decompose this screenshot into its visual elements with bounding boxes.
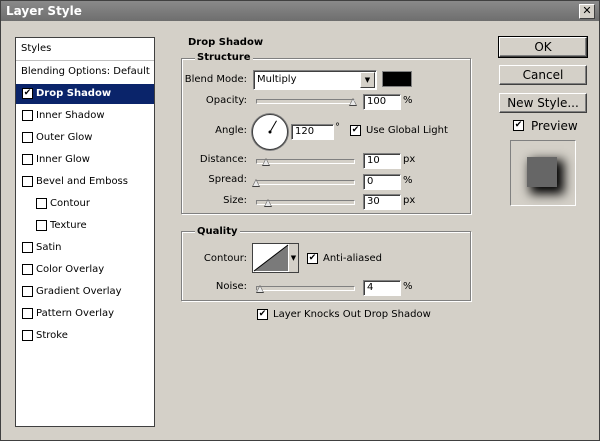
styles-item-label: Color Overlay <box>36 264 105 275</box>
noise-slider-track[interactable] <box>256 286 355 291</box>
styles-item-label: Bevel and Emboss <box>36 176 128 187</box>
styles-item-checkbox[interactable] <box>22 132 33 143</box>
angle-unit: ° <box>335 122 340 133</box>
structure-title: Structure <box>195 52 253 63</box>
noise-label: Noise: <box>215 281 247 292</box>
preview-label[interactable]: Preview <box>531 119 578 133</box>
styles-item-label: Pattern Overlay <box>36 308 115 319</box>
angle-dial[interactable] <box>252 114 288 150</box>
title-bar[interactable]: Layer Style ✕ <box>1 1 599 21</box>
opacity-unit: % <box>403 95 413 106</box>
styles-item-label: Texture <box>50 220 87 231</box>
size-input[interactable]: 30 <box>363 194 401 210</box>
styles-item-checkbox[interactable] <box>22 330 33 341</box>
opacity-input[interactable]: 100 <box>363 94 401 110</box>
styles-item-gradient-overlay[interactable]: Gradient Overlay <box>16 282 154 302</box>
anti-aliased-checkbox[interactable]: ✔ <box>307 253 318 264</box>
styles-header[interactable]: Styles <box>16 38 154 61</box>
size-label: Size: <box>223 195 247 206</box>
quality-title: Quality <box>195 226 240 237</box>
styles-item-checkbox[interactable] <box>36 220 47 231</box>
styles-item-label: Drop Shadow <box>36 88 112 99</box>
blend-mode-label: Blend Mode: <box>184 74 247 85</box>
close-button[interactable]: ✕ <box>579 4 595 19</box>
styles-item-label: Inner Shadow <box>36 110 105 121</box>
window-title: Layer Style <box>6 4 82 18</box>
styles-item-inner-glow[interactable]: Inner Glow <box>16 150 154 170</box>
styles-item-label: Blending Options: Default <box>21 66 150 77</box>
distance-unit: px <box>403 154 416 165</box>
drop-shadow-title: Drop Shadow <box>186 37 266 48</box>
styles-item-checkbox[interactable] <box>22 242 33 253</box>
styles-item-pattern-overlay[interactable]: Pattern Overlay <box>16 304 154 324</box>
contour-dropdown-button[interactable]: ▼ <box>289 243 299 273</box>
styles-item-color-overlay[interactable]: Color Overlay <box>16 260 154 280</box>
styles-item-label: Gradient Overlay <box>36 286 122 297</box>
noise-input[interactable]: 4 <box>363 280 401 296</box>
styles-item-checkbox[interactable] <box>22 308 33 319</box>
styles-item-blending-options-default[interactable]: Blending Options: Default <box>16 62 154 82</box>
styles-item-bevel-and-emboss[interactable]: Bevel and Emboss <box>16 172 154 192</box>
distance-slider-thumb[interactable] <box>261 158 270 166</box>
spread-slider-track[interactable] <box>256 180 355 185</box>
styles-item-label: Outer Glow <box>36 132 93 143</box>
opacity-slider-track[interactable] <box>256 99 355 104</box>
new-style-button[interactable]: New Style... <box>499 93 587 113</box>
blend-mode-select[interactable]: Multiply ▼ <box>253 70 377 90</box>
use-global-light-label[interactable]: Use Global Light <box>366 125 448 136</box>
styles-item-checkbox[interactable] <box>22 286 33 297</box>
angle-label: Angle: <box>215 125 247 136</box>
styles-item-outer-glow[interactable]: Outer Glow <box>16 128 154 148</box>
spread-label: Spread: <box>208 174 247 185</box>
styles-item-label: Satin <box>36 242 62 253</box>
styles-header-label: Styles <box>21 43 52 54</box>
ok-button[interactable]: OK <box>498 36 588 58</box>
styles-item-label: Inner Glow <box>36 154 90 165</box>
spread-unit: % <box>403 175 413 186</box>
distance-slider-track[interactable] <box>256 159 355 164</box>
use-global-light-checkbox[interactable]: ✔ <box>350 125 361 136</box>
styles-item-inner-shadow[interactable]: Inner Shadow <box>16 106 154 126</box>
styles-item-stroke[interactable]: Stroke <box>16 326 154 346</box>
contour-curve-icon <box>253 244 289 272</box>
preview-shadow-square <box>527 157 557 187</box>
anti-aliased-label[interactable]: Anti-aliased <box>323 253 382 264</box>
layer-knocks-out-label[interactable]: Layer Knocks Out Drop Shadow <box>273 309 431 320</box>
angle-indicator <box>268 120 277 134</box>
distance-label: Distance: <box>199 154 247 165</box>
contour-picker[interactable] <box>252 243 290 273</box>
styles-list: Styles Blending Options: Default ✔ Drop Sh… <box>15 37 155 427</box>
styles-item-label: Stroke <box>36 330 68 341</box>
styles-item-checkbox[interactable] <box>22 176 33 187</box>
opacity-slider-thumb[interactable] <box>349 98 357 106</box>
cancel-button[interactable]: Cancel <box>499 65 587 85</box>
noise-unit: % <box>403 281 413 292</box>
styles-item-checkbox[interactable] <box>22 264 33 275</box>
spread-slider-thumb[interactable] <box>252 179 260 187</box>
chevron-down-icon[interactable]: ▼ <box>360 72 375 88</box>
angle-input[interactable]: 120 <box>291 124 334 140</box>
styles-item-label: Contour <box>50 198 90 209</box>
size-unit: px <box>403 195 416 206</box>
styles-item-contour[interactable]: Contour <box>16 194 154 214</box>
styles-item-checkbox[interactable] <box>36 198 47 209</box>
shadow-color-swatch[interactable] <box>382 71 412 87</box>
styles-item-drop-shadow[interactable]: ✔ Drop Shadow <box>16 84 154 104</box>
styles-item-checkbox[interactable]: ✔ <box>22 88 33 99</box>
opacity-label: Opacity: <box>205 95 247 106</box>
layer-knocks-out-checkbox[interactable]: ✔ <box>257 309 268 320</box>
styles-item-satin[interactable]: Satin <box>16 238 154 258</box>
distance-input[interactable]: 10 <box>363 153 401 169</box>
layer-style-dialog: Layer Style ✕ Styles Blending Options: D… <box>0 0 600 441</box>
preview-thumbnail <box>510 140 576 206</box>
size-slider-thumb[interactable] <box>263 199 272 207</box>
contour-label: Contour: <box>203 253 247 264</box>
blend-mode-value: Multiply <box>257 74 297 85</box>
styles-item-checkbox[interactable] <box>22 154 33 165</box>
noise-slider-thumb[interactable] <box>255 285 264 293</box>
spread-input[interactable]: 0 <box>363 174 401 190</box>
preview-checkbox[interactable]: ✔ <box>513 120 524 131</box>
styles-item-texture[interactable]: Texture <box>16 216 154 236</box>
styles-item-checkbox[interactable] <box>22 110 33 121</box>
